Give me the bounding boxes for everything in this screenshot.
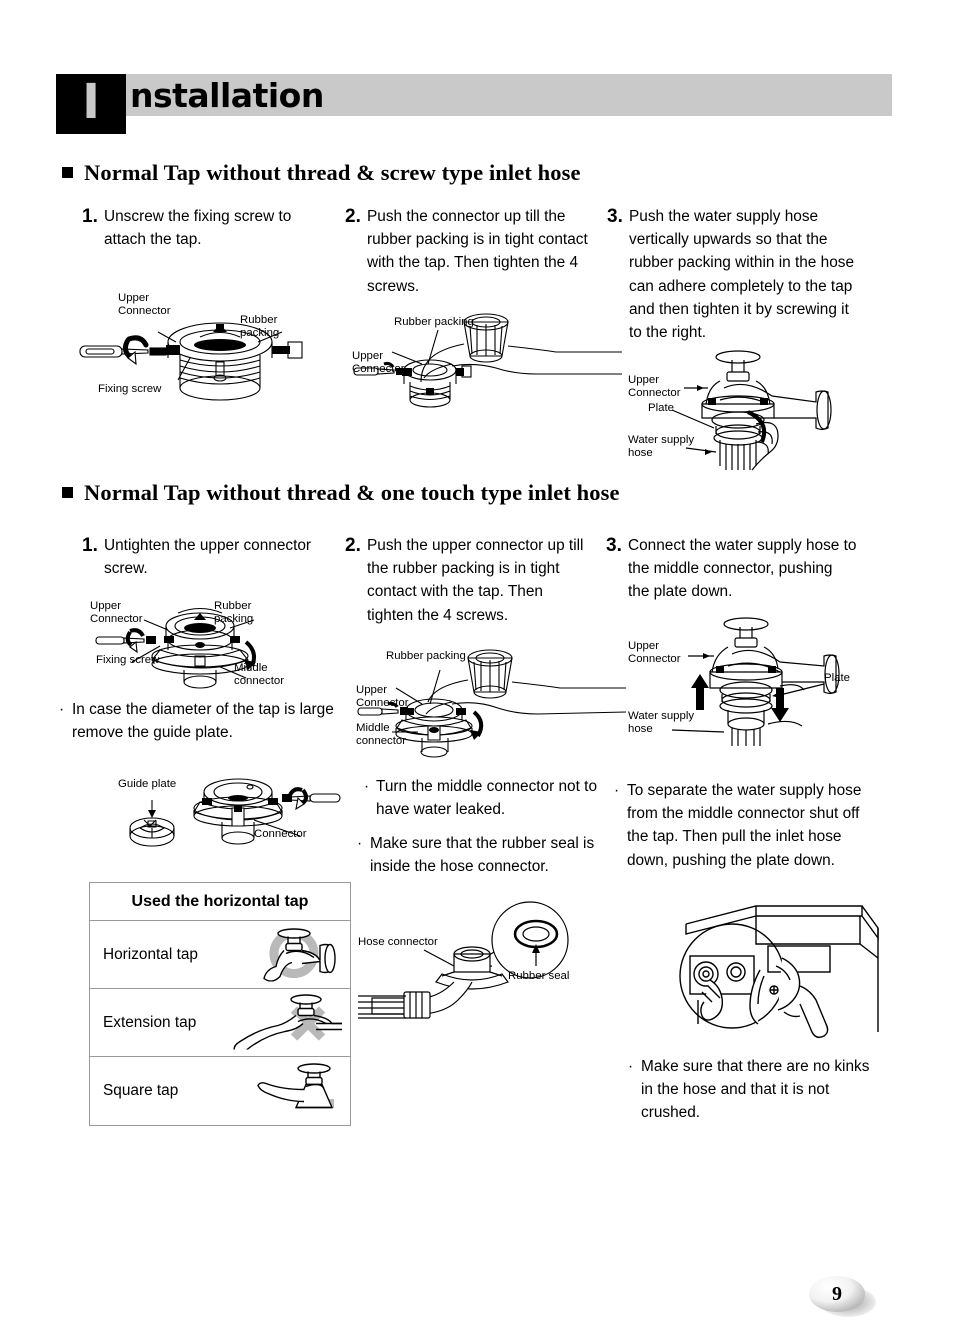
note-text: In case the diameter of the tap is large… bbox=[72, 701, 334, 742]
step-text: Untighten the upper connector screw. bbox=[104, 537, 312, 578]
section-heading-one-touch-type: Normal Tap without thread & one touch ty… bbox=[62, 480, 620, 506]
figure-label: Plate bbox=[648, 402, 674, 414]
table-header: Used the horizontal tap bbox=[90, 883, 350, 921]
note-no-kinks: · Make sure that there are no kinks in t… bbox=[628, 1055, 878, 1125]
figure-label: Guide plate bbox=[118, 778, 177, 790]
hose-connector-rubber-seal-figure: Hose connector Rubber seal bbox=[358, 901, 608, 1020]
one-touch-tap-plate-figure: Upper Connector Plate Water supply hose bbox=[628, 612, 908, 746]
step-number: 1. bbox=[82, 206, 98, 227]
figure-label: Upper Connector bbox=[628, 640, 681, 666]
figure-label: Upper Connector bbox=[118, 292, 171, 318]
section-heading-screw-type: Normal Tap without thread & screw type i… bbox=[62, 160, 581, 186]
figure-label: Fixing screw bbox=[98, 383, 162, 395]
figure-label: Fixing screw bbox=[96, 654, 160, 666]
horizontal-tap-icon bbox=[250, 923, 342, 986]
note-middle-connector: · Turn the middle connector not to have … bbox=[364, 775, 612, 821]
table-row: Extension tap bbox=[90, 989, 350, 1057]
step-number: 3. bbox=[606, 535, 622, 556]
bullet-dot: · bbox=[628, 1058, 634, 1075]
note-text: Make sure that the rubber seal is inside… bbox=[370, 835, 595, 876]
step-1-3: 3. Push the water supply hose vertically… bbox=[607, 205, 857, 344]
extension-tap-icon bbox=[230, 991, 342, 1054]
bullet-dot: · bbox=[59, 701, 65, 718]
figure-label: Rubber packing bbox=[240, 314, 280, 340]
figure-label: Connector bbox=[254, 828, 307, 840]
screw-type-upper-connector-figure: Upper Connector Rubber packing Fixing sc… bbox=[72, 292, 362, 404]
header-badge-letter: I bbox=[82, 74, 100, 130]
step-text: Push the upper connector up till the rub… bbox=[367, 537, 584, 624]
square-bullet-icon bbox=[62, 487, 73, 498]
figure-label: Plate bbox=[824, 672, 850, 684]
note-text: To separate the water supply hose from t… bbox=[627, 782, 862, 869]
table-cell-label: Horizontal tap bbox=[103, 945, 198, 963]
guide-plate-figure: Guide plate Connector bbox=[110, 766, 345, 852]
square-bullet-icon bbox=[62, 167, 73, 178]
step-1-1: 1. Unscrew the fixing screw to attach th… bbox=[82, 205, 312, 251]
one-touch-upper-connector-figure: Upper Connector Rubber packing Fixing sc… bbox=[90, 598, 360, 690]
page-number: 9 bbox=[832, 1283, 842, 1305]
figure-label: Rubber packing bbox=[394, 316, 474, 328]
figure-label: Water supply hose bbox=[628, 434, 695, 460]
page-title: nstallation bbox=[130, 76, 324, 115]
square-tap-icon bbox=[238, 1060, 342, 1123]
note-text: Turn the middle connector not to have wa… bbox=[376, 778, 598, 819]
figure-label: Water supply hose bbox=[628, 710, 695, 736]
figure-label: Rubber packing bbox=[214, 600, 254, 626]
washing-machine-hose-figure bbox=[664, 900, 894, 1040]
bullet-dot: · bbox=[364, 778, 370, 795]
table-row: Square tap bbox=[90, 1057, 350, 1125]
one-touch-rubber-packing-figure: Rubber packing Upper Connector Middle co… bbox=[356, 649, 627, 760]
figure-label: Middle connector bbox=[234, 662, 285, 688]
table-cell-label: Square tap bbox=[103, 1082, 179, 1099]
screw-type-rubber-packing-figure: Rubber packing Upper Connector bbox=[352, 308, 622, 408]
bullet-dot: · bbox=[614, 782, 620, 799]
table-row: Horizontal tap bbox=[90, 921, 350, 989]
figure-label: Upper Connector bbox=[90, 600, 143, 626]
figure-label: Upper Connector bbox=[352, 350, 405, 376]
figure-label: Rubber seal bbox=[508, 970, 570, 982]
horizontal-tap-table: Used the horizontal tap Horizontal tap E… bbox=[89, 882, 351, 1126]
bullet-dot: · bbox=[357, 835, 363, 852]
table-cell-label: Extension tap bbox=[103, 1013, 197, 1031]
section-heading-text: Normal Tap without thread & one touch ty… bbox=[84, 480, 620, 505]
page-number-badge: 9 bbox=[808, 1274, 880, 1322]
screw-type-tap-hose-figure: Upper Connector Plate Water supply hose bbox=[628, 348, 908, 471]
figure-label: Upper Connector bbox=[628, 374, 681, 400]
step-text: Push the water supply hose vertically up… bbox=[629, 208, 855, 342]
step-text: Push the connector up till the rubber pa… bbox=[367, 208, 588, 295]
header-badge: I bbox=[56, 74, 126, 134]
step-text: Unscrew the fixing screw to attach the t… bbox=[104, 208, 292, 249]
step-number: 1. bbox=[82, 535, 98, 556]
section-heading-text: Normal Tap without thread & screw type i… bbox=[84, 160, 581, 185]
step-2-3: 3. Connect the water supply hose to the … bbox=[606, 534, 858, 604]
step-number: 2. bbox=[345, 535, 361, 556]
figure-label: Middle connector bbox=[356, 722, 407, 748]
step-1-2: 2. Push the connector up till the rubber… bbox=[345, 205, 603, 298]
step-text: Connect the water supply hose to the mid… bbox=[628, 537, 857, 601]
note-separate-hose: · To separate the water supply hose from… bbox=[614, 779, 870, 872]
figure-label: Hose connector bbox=[358, 936, 438, 948]
note-guide-plate: · In case the diameter of the tap is lar… bbox=[59, 698, 349, 744]
step-2-2: 2. Push the upper connector up till the … bbox=[345, 534, 591, 627]
note-text: Make sure that there are no kinks in the… bbox=[641, 1058, 870, 1122]
figure-label: Rubber packing bbox=[386, 650, 466, 662]
step-number: 2. bbox=[345, 206, 361, 227]
step-2-1: 1. Untighten the upper connector screw. bbox=[82, 534, 328, 580]
note-rubber-seal: · Make sure that the rubber seal is insi… bbox=[357, 832, 613, 878]
step-number: 3. bbox=[607, 206, 623, 227]
figure-label: Upper Connector bbox=[356, 684, 409, 710]
